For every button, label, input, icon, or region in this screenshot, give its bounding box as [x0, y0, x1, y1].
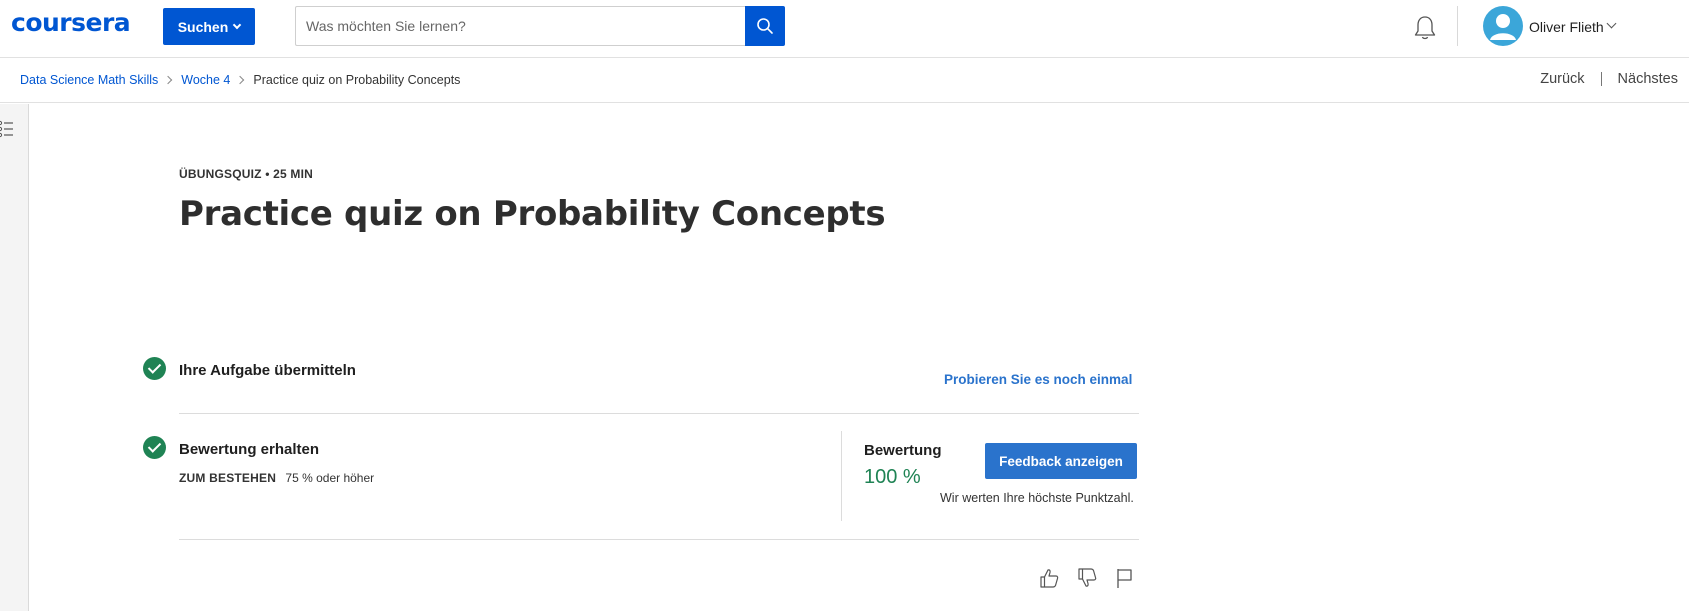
passing-value: 75 % oder höher: [285, 471, 375, 485]
grade-label: Bewertung: [864, 442, 942, 459]
thumbs-down-icon[interactable]: [1076, 567, 1098, 589]
user-name[interactable]: Oliver Flieth: [1529, 19, 1604, 35]
grade-value: 100 %: [864, 466, 921, 488]
breadcrumb-current: Practice quiz on Probability Concepts: [253, 73, 461, 87]
retry-link[interactable]: Probieren Sie es noch einmal: [944, 372, 1132, 387]
bell-icon[interactable]: [1412, 14, 1438, 42]
item-type-kicker: ÜBUNGSQUIZ • 25 MIN: [179, 167, 314, 181]
thumbs-up-icon[interactable]: [1038, 567, 1060, 589]
chevron-down-icon: [233, 20, 242, 29]
passing-requirement: ZUM BESTEHEN 75 % oder höher: [179, 471, 374, 485]
breadcrumb-week[interactable]: Woche 4: [181, 73, 230, 87]
column-divider: [841, 431, 842, 521]
breadcrumb: Data Science Math Skills Woche 4 Practic…: [20, 73, 460, 87]
page-title: Practice quiz on Probability Concepts: [179, 194, 886, 234]
divider: [179, 539, 1139, 540]
search-submit-button[interactable]: [745, 6, 785, 46]
check-icon: [143, 357, 166, 380]
left-rail: [0, 104, 29, 611]
search-icon: [757, 18, 773, 34]
chevron-right-icon: [164, 75, 173, 85]
avatar[interactable]: [1483, 6, 1523, 46]
breadcrumb-bar: Data Science Math Skills Woche 4 Practic…: [0, 58, 1689, 103]
item-navigation: Zurück Nächstes: [1540, 71, 1678, 87]
submit-step-title: Ihre Aufgabe übermitteln: [179, 362, 356, 379]
user-menu-chevron-icon[interactable]: [1606, 18, 1617, 29]
header-divider: [1457, 6, 1458, 46]
avatar-icon: [1490, 14, 1516, 40]
browse-dropdown-button[interactable]: Suchen: [163, 8, 255, 45]
coursera-logo[interactable]: coursera: [11, 8, 131, 37]
search-input[interactable]: [295, 6, 745, 46]
flag-icon[interactable]: [1114, 567, 1134, 589]
back-link[interactable]: Zurück: [1540, 71, 1584, 87]
check-icon: [143, 436, 166, 459]
nav-divider: [1600, 72, 1602, 86]
view-feedback-button[interactable]: Feedback anzeigen: [985, 443, 1137, 479]
top-header: coursera Suchen Oliver Flieth: [0, 0, 1689, 58]
content-feedback-actions: [1038, 567, 1134, 589]
browse-button-label: Suchen: [177, 18, 229, 35]
highest-score-note: Wir werten Ihre höchste Punktzahl.: [940, 491, 1134, 505]
grade-step-title: Bewertung erhalten: [179, 441, 320, 458]
passing-label: ZUM BESTEHEN: [179, 471, 277, 485]
breadcrumb-course[interactable]: Data Science Math Skills: [20, 73, 158, 87]
chevron-right-icon: [236, 75, 245, 85]
menu-list-icon[interactable]: [0, 120, 14, 138]
next-link[interactable]: Nächstes: [1618, 71, 1678, 87]
divider: [179, 413, 1139, 414]
